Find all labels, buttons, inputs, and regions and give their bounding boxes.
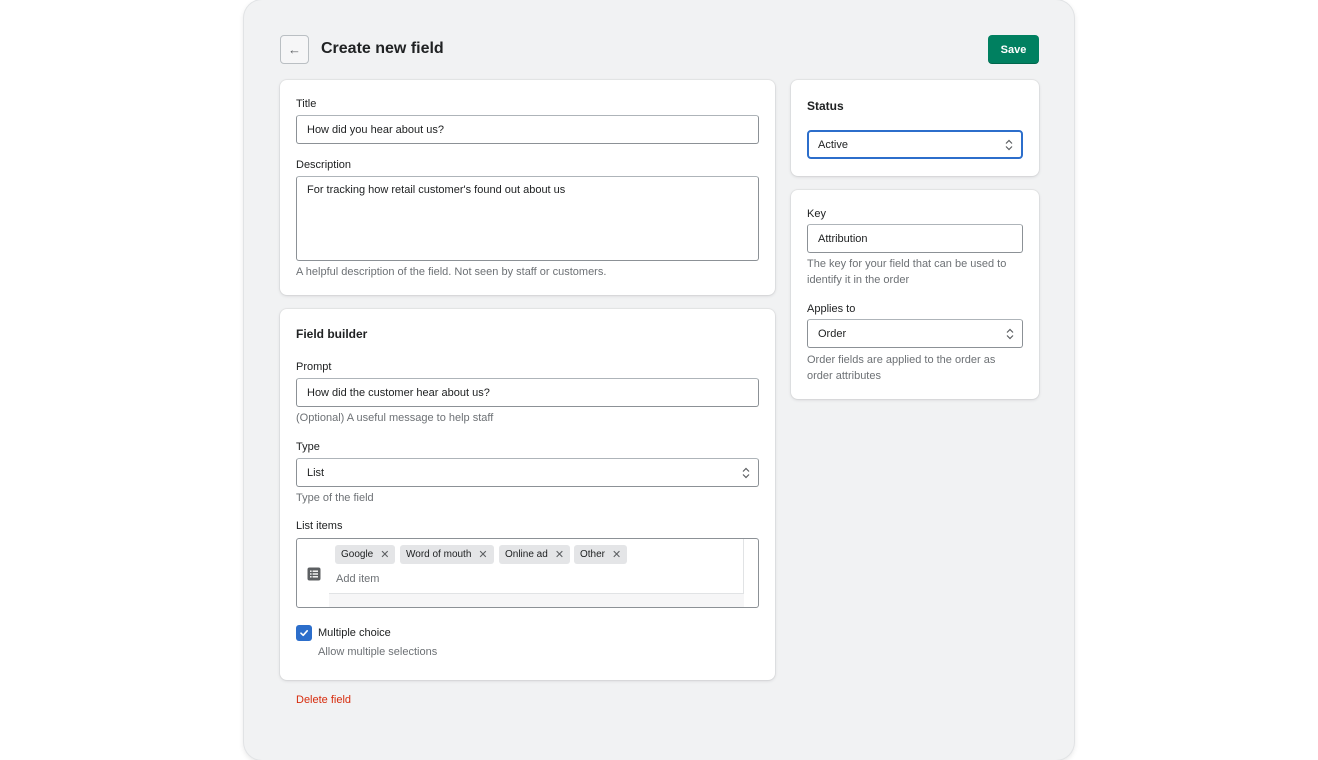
tag-label: Google <box>341 549 374 560</box>
select-arrows-icon <box>1006 328 1014 340</box>
type-select-value: List <box>307 466 325 479</box>
add-item-input[interactable]: Add item <box>336 573 379 585</box>
list-items-box[interactable]: Google ✕ Word of mouth ✕ Online ad ✕ Oth… <box>296 538 759 608</box>
field-builder-card: Field builder Prompt How did the custome… <box>280 309 775 680</box>
applies-to-help-line1: Order fields are applied to the order as <box>807 354 996 366</box>
list-item-tag: Google ✕ <box>335 545 396 564</box>
tag-label: Word of mouth <box>406 549 472 560</box>
page-title: Create new field <box>321 40 444 57</box>
type-select[interactable]: List <box>296 458 759 487</box>
app-frame: ← Create new field Save Title How did yo… <box>244 0 1074 760</box>
description-textarea[interactable]: For tracking how retail customer's found… <box>296 176 759 261</box>
multiple-choice-help: Allow multiple selections <box>318 646 438 658</box>
remove-tag-icon[interactable]: ✕ <box>478 548 487 561</box>
applies-to-select[interactable]: Order <box>807 319 1023 348</box>
back-button[interactable]: ← <box>280 35 309 64</box>
key-input[interactable]: Attribution <box>807 224 1023 253</box>
description-textarea-value: For tracking how retail customer's found… <box>307 184 566 196</box>
delete-field-link[interactable]: Delete field <box>296 694 351 706</box>
list-items-label: List items <box>296 520 343 532</box>
applies-to-select-value: Order <box>818 327 847 340</box>
save-button[interactable]: Save <box>988 35 1039 64</box>
applies-to-label: Applies to <box>807 303 856 315</box>
status-select-value: Active <box>818 138 848 151</box>
list-icon <box>307 567 321 581</box>
prompt-input[interactable]: How did the customer hear about us? <box>296 378 759 407</box>
key-input-value: Attribution <box>818 232 868 245</box>
key-card: Key Attribution The key for your field t… <box>791 190 1039 399</box>
select-arrows-icon <box>1005 139 1013 151</box>
field-builder-heading: Field builder <box>296 327 368 341</box>
list-item-tag: Other ✕ <box>574 545 628 564</box>
title-input[interactable]: How did you hear about us? <box>296 115 759 144</box>
type-help: Type of the field <box>296 492 374 504</box>
description-label: Description <box>296 159 352 171</box>
prompt-label: Prompt <box>296 361 332 373</box>
checkmark-icon <box>300 630 308 637</box>
tag-label: Other <box>580 549 606 560</box>
key-help-line2: identify it in the order <box>807 274 910 286</box>
tag-label: Online ad <box>505 549 548 560</box>
key-help-line1: The key for your field that can be used … <box>807 258 1007 270</box>
remove-tag-icon[interactable]: ✕ <box>555 548 564 561</box>
applies-to-help-line2: order attributes <box>807 370 881 382</box>
page-header: ← Create new field Save <box>280 35 1039 65</box>
multiple-choice-checkbox[interactable] <box>296 625 312 641</box>
status-select[interactable]: Active <box>807 130 1023 159</box>
remove-tag-icon[interactable]: ✕ <box>380 548 389 561</box>
select-arrows-icon <box>742 467 750 479</box>
prompt-input-value: How did the customer hear about us? <box>307 386 490 399</box>
multiple-choice-label[interactable]: Multiple choice <box>318 627 391 639</box>
arrow-left-icon: ← <box>288 42 301 57</box>
prompt-help: (Optional) A useful message to help staf… <box>296 412 494 424</box>
title-input-value: How did you hear about us? <box>307 123 444 136</box>
status-card: Status Active <box>791 80 1039 176</box>
remove-tag-icon[interactable]: ✕ <box>612 548 621 561</box>
description-help: A helpful description of the field. Not … <box>296 266 607 278</box>
key-label: Key <box>807 208 826 220</box>
title-label: Title <box>296 98 317 110</box>
list-item-tag: Word of mouth ✕ <box>400 545 494 564</box>
list-item-tag: Online ad ✕ <box>499 545 571 564</box>
type-label: Type <box>296 441 320 453</box>
list-items-editor: Google ✕ Word of mouth ✕ Online ad ✕ Oth… <box>329 539 744 607</box>
details-card: Title How did you hear about us? Descrip… <box>280 80 775 295</box>
status-heading: Status <box>807 99 844 113</box>
